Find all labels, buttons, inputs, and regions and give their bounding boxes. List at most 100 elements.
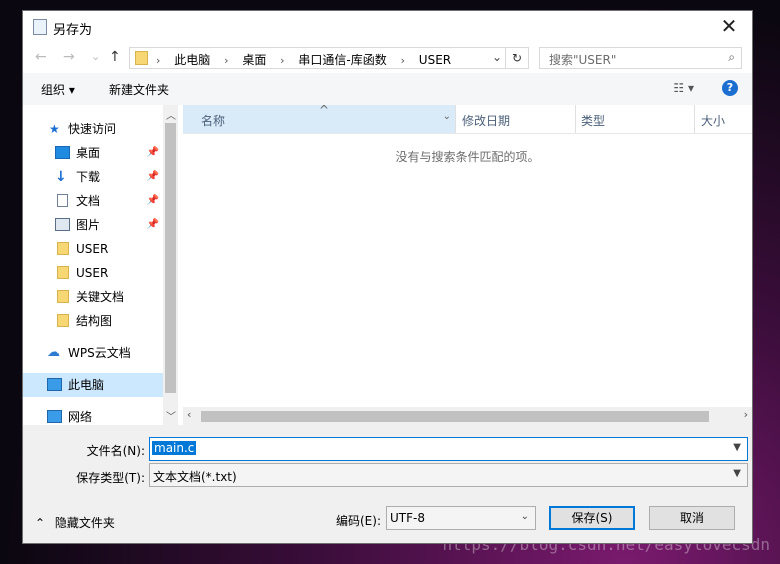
window-title: 另存为	[53, 23, 93, 38]
sidebar-item-structure-diagram[interactable]: 结构图	[23, 309, 163, 333]
sidebar-item-pictures[interactable]: 图片 📌	[23, 213, 163, 237]
sidebar-item-label: 快速访问	[68, 122, 117, 136]
sidebar-item-quick-access[interactable]: ★ 快速访问	[23, 117, 163, 141]
view-options-icon[interactable]: ☷ ▾	[673, 81, 694, 95]
sort-ascending-icon: ^	[319, 103, 330, 117]
column-header-row: 名称 ^ ⌄ 修改日期 类型 大小	[183, 103, 752, 134]
file-list: 名称 ^ ⌄ 修改日期 类型 大小 没有与搜索条件匹配的项。	[183, 103, 752, 425]
breadcrumb-separator: ›	[224, 54, 229, 67]
sidebar-item-label: USER	[76, 242, 109, 256]
sidebar-item-label: 网络	[68, 410, 93, 424]
organize-button[interactable]: 组织 ▾	[41, 81, 75, 98]
sidebar-item-label: 下载	[76, 170, 101, 184]
computer-icon	[47, 378, 62, 391]
pin-icon: 📌	[146, 219, 159, 230]
search-icon: ⌕	[728, 50, 735, 64]
navigation-pane: ★ 快速访问 桌面 📌 ↓ 下载 📌 文档 📌 图片 📌 USER USER 关…	[23, 105, 178, 425]
sidebar-item-label: 结构图	[76, 314, 113, 328]
breadcrumb-this-pc[interactable]: 此电脑	[174, 53, 210, 67]
forward-arrow-icon[interactable]: →	[63, 49, 75, 65]
desktop-icon	[55, 146, 70, 159]
sidebar-item-label: WPS云文档	[68, 346, 131, 360]
folder-icon	[135, 51, 148, 65]
sidebar-item-wps-cloud[interactable]: ☁ WPS云文档	[23, 341, 163, 365]
help-icon[interactable]: ?	[722, 80, 738, 96]
column-header-modified[interactable]: 修改日期	[462, 112, 510, 129]
close-button[interactable]: ✕	[706, 11, 752, 43]
filename-input[interactable]: main.c ▼	[149, 437, 748, 461]
folder-icon	[57, 314, 69, 327]
scroll-up-icon[interactable]: ︿	[166, 107, 176, 122]
encoding-label: 编码(E):	[336, 514, 381, 528]
filename-value: main.c	[152, 441, 197, 455]
filetype-value: 文本文档(*.txt)	[153, 470, 237, 484]
back-arrow-icon[interactable]: ←	[35, 49, 47, 65]
chevron-up-icon: ⌃	[35, 516, 46, 530]
chevron-down-icon[interactable]: ▼	[733, 442, 741, 453]
sidebar-item-user-1[interactable]: USER	[23, 237, 163, 261]
recent-locations-chevron-icon[interactable]: ⌄	[91, 50, 100, 63]
navigation-bar: ← → ⌄ ↑ › 此电脑 › 桌面 › 串口通信-库函数 › USER ⌄ ↻…	[23, 43, 752, 73]
filetype-label: 保存类型(T):	[76, 471, 145, 485]
folder-icon	[57, 266, 69, 279]
scroll-left-icon[interactable]: ‹	[187, 408, 191, 421]
save-as-dialog: 另存为 ✕ ← → ⌄ ↑ › 此电脑 › 桌面 › 串口通信-库函数 › US…	[22, 10, 753, 544]
navigation-scrollbar[interactable]: ︿ ﹀	[163, 105, 178, 425]
sidebar-item-desktop[interactable]: 桌面 📌	[23, 141, 163, 165]
chevron-down-icon[interactable]: ⌄	[521, 511, 529, 522]
search-placeholder: 搜索"USER"	[549, 53, 617, 67]
download-icon: ↓	[55, 169, 67, 185]
chevron-down-icon[interactable]: ⌄	[443, 111, 451, 122]
filetype-select[interactable]: 文本文档(*.txt) ▼	[149, 463, 748, 487]
column-divider[interactable]	[694, 105, 695, 133]
breadcrumb-separator: ›	[156, 54, 161, 67]
sidebar-item-downloads[interactable]: ↓ 下载 📌	[23, 165, 163, 189]
cloud-icon: ☁	[47, 345, 60, 360]
column-header-type[interactable]: 类型	[581, 112, 605, 129]
sidebar-item-user-2[interactable]: USER	[23, 261, 163, 285]
column-divider[interactable]	[455, 105, 456, 133]
scroll-right-icon[interactable]: ›	[744, 408, 748, 421]
toolbar: 组织 ▾ 新建文件夹 ☷ ▾ ?	[23, 73, 752, 106]
scroll-down-icon[interactable]: ﹀	[166, 408, 176, 423]
up-arrow-icon[interactable]: ↑	[109, 49, 121, 65]
chevron-down-icon[interactable]: ▼	[733, 468, 741, 479]
document-icon	[33, 19, 47, 35]
breadcrumb-separator: ›	[280, 54, 285, 67]
horizontal-scrollbar[interactable]: ‹ ›	[183, 407, 752, 425]
cancel-button[interactable]: 取消	[649, 506, 735, 530]
browser-pane: ★ 快速访问 桌面 📌 ↓ 下载 📌 文档 📌 图片 📌 USER USER 关…	[23, 103, 752, 425]
search-input[interactable]: 搜索"USER" ⌕	[539, 47, 742, 69]
scrollbar-thumb[interactable]	[165, 123, 176, 393]
sidebar-item-network[interactable]: 网络	[23, 405, 163, 425]
pin-icon: 📌	[146, 195, 159, 206]
column-divider[interactable]	[575, 105, 576, 133]
save-button[interactable]: 保存(S)	[549, 506, 635, 530]
sidebar-item-label: 桌面	[76, 146, 101, 160]
sidebar-item-label: 此电脑	[68, 378, 105, 392]
network-icon	[47, 410, 62, 423]
address-bar[interactable]: › 此电脑 › 桌面 › 串口通信-库函数 › USER ⌄ ↻	[129, 47, 529, 69]
sidebar-item-documents[interactable]: 文档 📌	[23, 189, 163, 213]
sidebar-item-label: 文档	[76, 194, 101, 208]
column-header-name[interactable]: 名称 ^ ⌄	[183, 103, 455, 133]
save-form: 文件名(N): main.c ▼ 保存类型(T): 文本文档(*.txt) ▼ …	[23, 425, 752, 543]
encoding-value: UTF-8	[390, 511, 425, 525]
hide-folders-toggle[interactable]: ⌃ 隐藏文件夹	[35, 514, 115, 531]
hide-folders-label: 隐藏文件夹	[54, 516, 115, 530]
address-dropdown-chevron-icon[interactable]: ⌄	[492, 50, 502, 64]
sidebar-item-key-docs[interactable]: 关键文档	[23, 285, 163, 309]
column-name-label: 名称	[201, 114, 226, 128]
scrollbar-thumb[interactable]	[201, 411, 709, 422]
empty-state-message: 没有与搜索条件匹配的项。	[395, 150, 540, 164]
refresh-icon[interactable]: ↻	[505, 48, 528, 68]
breadcrumb-user[interactable]: USER	[419, 53, 451, 67]
picture-icon	[55, 218, 70, 231]
column-header-size[interactable]: 大小	[701, 112, 725, 129]
breadcrumb-serial-lib[interactable]: 串口通信-库函数	[298, 53, 386, 67]
sidebar-item-this-pc[interactable]: 此电脑	[23, 373, 163, 397]
sidebar-item-label: USER	[76, 266, 109, 280]
new-folder-button[interactable]: 新建文件夹	[109, 81, 169, 98]
breadcrumb-desktop[interactable]: 桌面	[242, 53, 266, 67]
encoding-select[interactable]: UTF-8 ⌄	[386, 506, 536, 530]
